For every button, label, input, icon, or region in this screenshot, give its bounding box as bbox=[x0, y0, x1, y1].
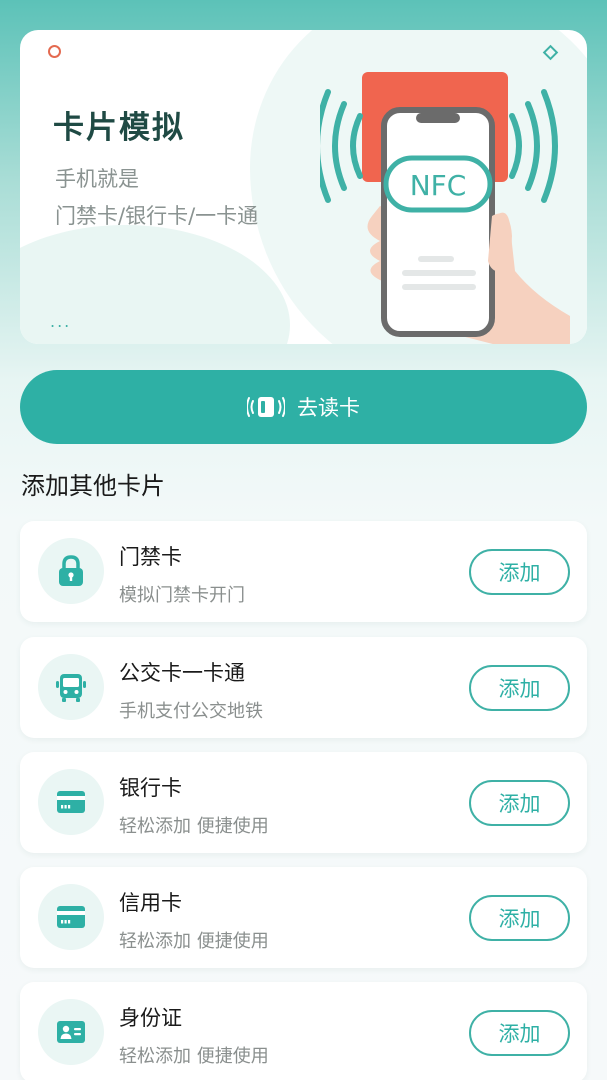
add-access-card-button[interactable]: 添加 bbox=[469, 549, 570, 595]
add-id-card-button[interactable]: 添加 bbox=[469, 1010, 570, 1056]
card-name: 身份证 bbox=[119, 1006, 182, 1030]
add-transit-card-button[interactable]: 添加 bbox=[469, 665, 570, 711]
hero-subtitle-line2: 门禁卡/银行卡/一卡通 bbox=[55, 204, 259, 228]
read-card-button[interactable]: 去读卡 bbox=[20, 370, 587, 444]
card-desc: 手机支付公交地铁 bbox=[119, 701, 263, 722]
id-card-icon bbox=[57, 1021, 85, 1043]
bus-icon bbox=[56, 674, 86, 702]
card-desc: 轻松添加 便捷使用 bbox=[119, 931, 269, 952]
card-item-credit: 信用卡 轻松添加 便捷使用 添加 bbox=[20, 867, 587, 968]
card-name: 信用卡 bbox=[119, 891, 182, 915]
card-name: 银行卡 bbox=[119, 776, 182, 800]
card-name: 公交卡一卡通 bbox=[119, 661, 245, 685]
card-item-access: 门禁卡 模拟门禁卡开门 添加 bbox=[20, 521, 587, 622]
card-item-id: 身份证 轻松添加 便捷使用 添加 bbox=[20, 982, 587, 1080]
card-item-bank: 银行卡 轻松添加 便捷使用 添加 bbox=[20, 752, 587, 853]
card-icon-wrap bbox=[38, 769, 104, 835]
card-desc: 轻松添加 便捷使用 bbox=[119, 1046, 269, 1067]
nfc-phone-illustration: NFC bbox=[320, 72, 570, 344]
card-desc: 模拟门禁卡开门 bbox=[119, 585, 245, 606]
phone-shape bbox=[381, 107, 495, 337]
card-icon-wrap bbox=[38, 884, 104, 950]
card-desc: 轻松添加 便捷使用 bbox=[119, 816, 269, 837]
card-icon-wrap bbox=[38, 538, 104, 604]
dots-decoration: ... bbox=[50, 312, 72, 331]
hero-subtitle-line1: 手机就是 bbox=[55, 167, 139, 191]
add-credit-card-button[interactable]: 添加 bbox=[469, 895, 570, 941]
card-icon-wrap bbox=[38, 654, 104, 720]
read-card-label: 去读卡 bbox=[297, 396, 360, 420]
credit-card-icon bbox=[57, 906, 85, 928]
card-icon-wrap bbox=[38, 999, 104, 1065]
card-name: 门禁卡 bbox=[119, 545, 182, 569]
nfc-waves-right-icon bbox=[509, 89, 558, 203]
nfc-waves-left-icon bbox=[320, 89, 363, 203]
nfc-label: NFC bbox=[410, 169, 467, 202]
section-title: 添加其他卡片 bbox=[21, 472, 165, 500]
bank-card-icon bbox=[57, 791, 85, 813]
card-item-transit: 公交卡一卡通 手机支付公交地铁 添加 bbox=[20, 637, 587, 738]
page-title: 卡片模拟 bbox=[53, 110, 185, 146]
nfc-card-icon bbox=[247, 397, 285, 417]
lock-icon bbox=[59, 555, 83, 586]
add-bank-card-button[interactable]: 添加 bbox=[469, 780, 570, 826]
hero-banner: ... 卡片模拟 手机就是 门禁卡/银行卡/一卡通 NFC bbox=[20, 30, 587, 344]
circle-decoration-icon bbox=[48, 45, 61, 58]
